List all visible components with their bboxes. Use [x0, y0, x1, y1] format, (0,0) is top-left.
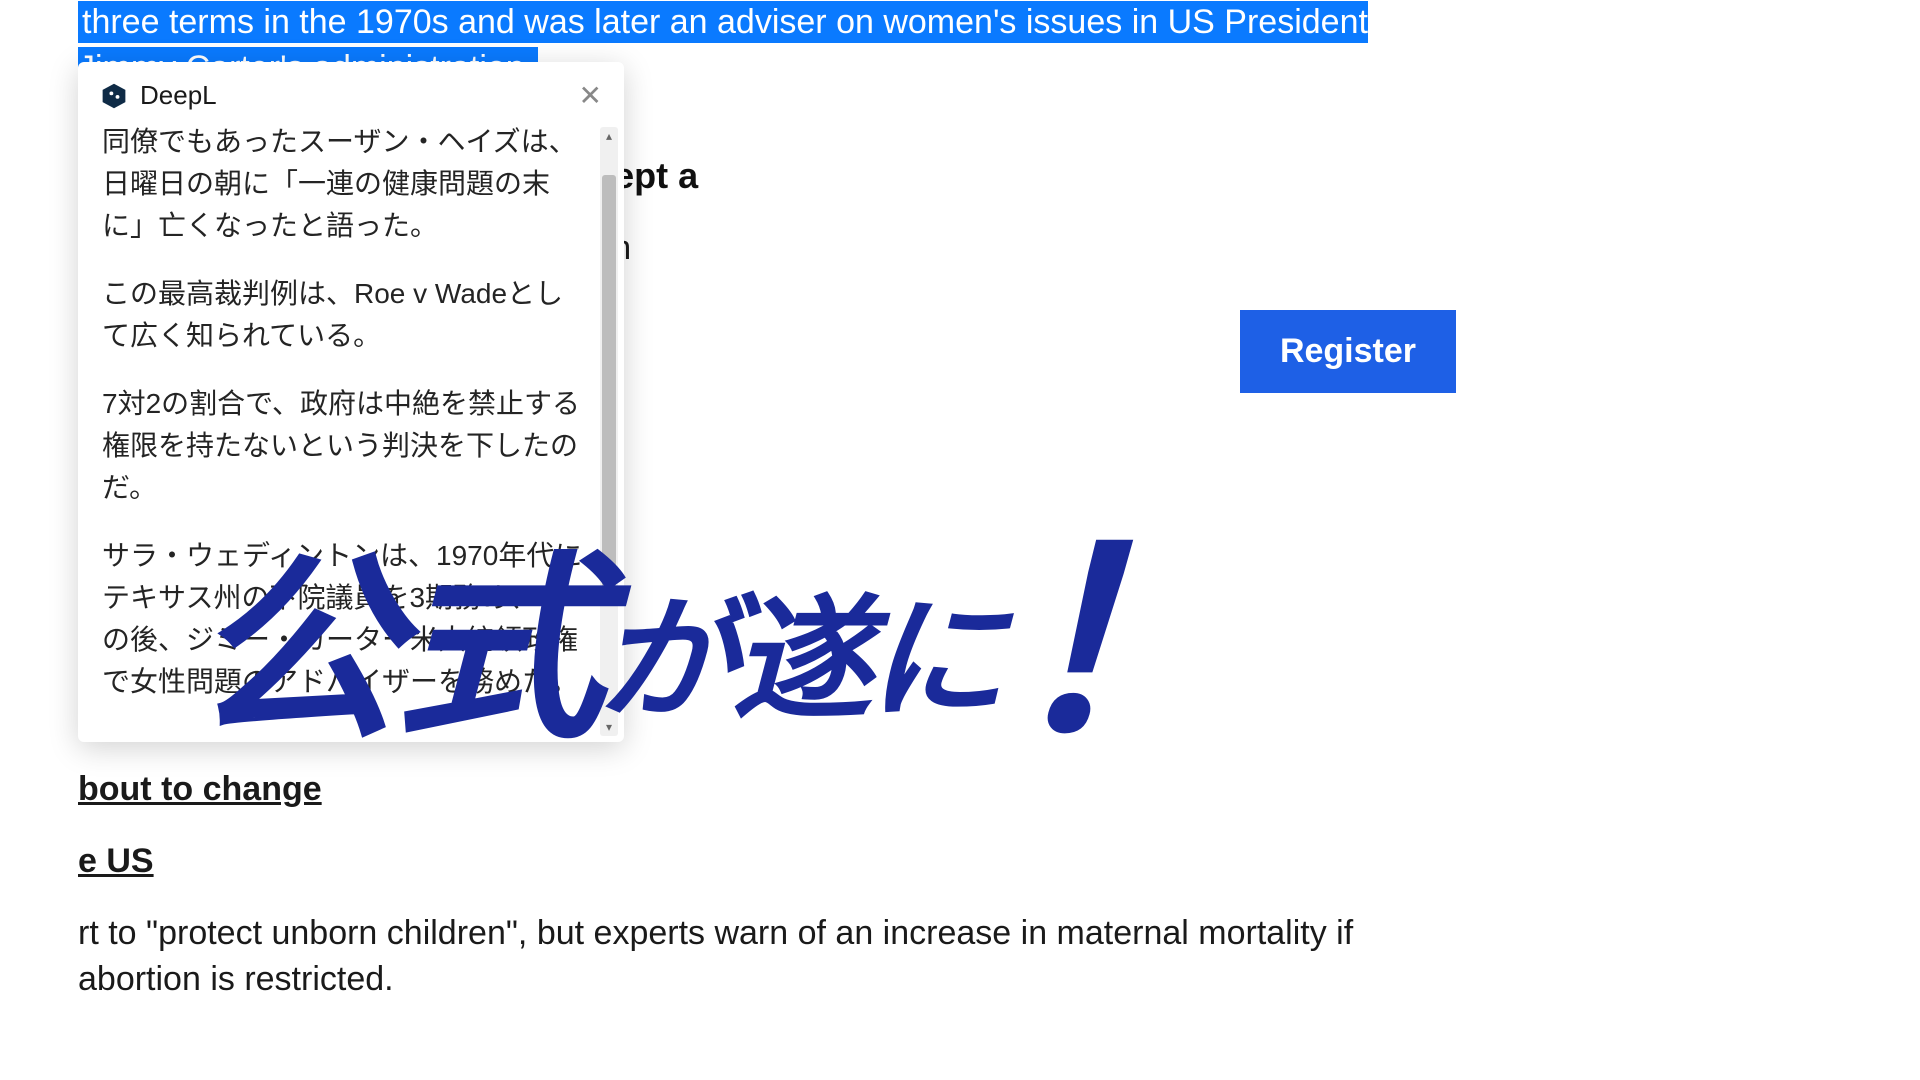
scrollbar-thumb[interactable] [602, 175, 616, 605]
scrollbar[interactable]: ▴ ▾ [600, 127, 618, 736]
deepl-popup-header: DeepL ✕ [78, 62, 624, 121]
close-icon[interactable]: ✕ [579, 82, 602, 110]
scrollbar-up-icon[interactable]: ▴ [600, 127, 618, 145]
article-line-protect: rt to "protect unborn children", but exp… [78, 911, 1456, 1003]
register-button[interactable]: Register [1240, 310, 1456, 393]
deepl-brand: DeepL [100, 80, 217, 111]
deepl-translation-paragraph: この最高裁判例は、Roe v Wadeとして広く知られている。 [102, 273, 590, 357]
article-link-about-change[interactable]: bout to change [78, 767, 1456, 813]
scrollbar-down-icon[interactable]: ▾ [600, 718, 618, 736]
deepl-brand-name: DeepL [140, 80, 217, 111]
deepl-translation-scroll[interactable]: 同僚でもあったスーザン・ヘイズは、日曜日の朝に「一連の健康問題の末に」亡くなった… [102, 121, 616, 742]
deepl-translation-paragraph: 7対2の割合で、政府は中絶を禁止する権限を持たないという判決を下したのだ。 [102, 383, 590, 509]
deepl-popup: DeepL ✕ 同僚でもあったスーザン・ヘイズは、日曜日の朝に「一連の健康問題の… [78, 62, 624, 742]
article-link-us[interactable]: e US [78, 839, 1456, 885]
deepl-translation-paragraph: サラ・ウェディントンは、1970年代にテキサス州の下院議員を3期務め、その後、ジ… [102, 535, 590, 703]
deepl-logo-icon [100, 82, 128, 110]
deepl-translation-paragraph: 同僚でもあったスーザン・ヘイズは、日曜日の朝に「一連の健康問題の末に」亡くなった… [102, 121, 590, 247]
deepl-translation-body: 同僚でもあったスーザン・ヘイズは、日曜日の朝に「一連の健康問題の末に」亡くなった… [78, 121, 624, 742]
